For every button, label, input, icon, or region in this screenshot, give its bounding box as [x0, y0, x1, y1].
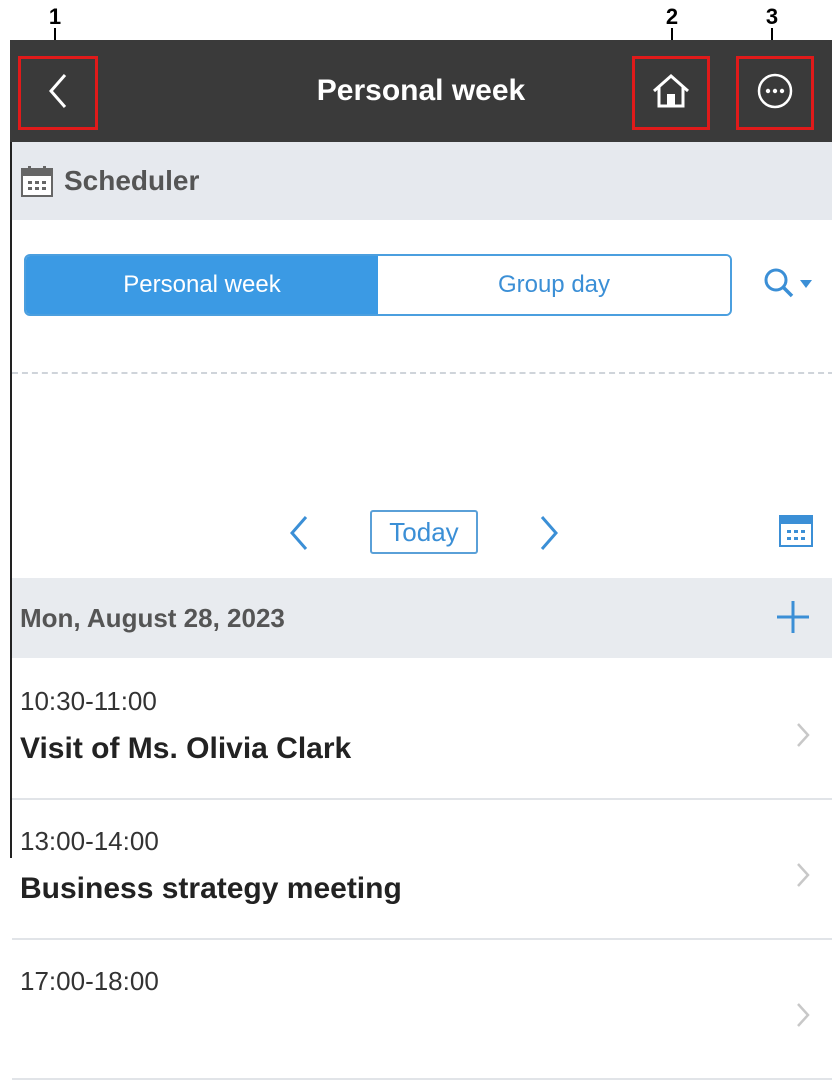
- chevron-right-icon: [796, 1002, 810, 1033]
- date-label: Mon, August 28, 2023: [20, 602, 285, 633]
- app-header: Scheduler: [12, 142, 832, 220]
- prev-icon: [288, 516, 310, 556]
- view-switcher: Personal week Group day: [24, 254, 732, 316]
- search-button[interactable]: [762, 260, 822, 310]
- event-row[interactable]: 13:00-14:00 Business strategy meeting: [12, 798, 832, 940]
- event-time: 10:30-11:00: [20, 686, 157, 716]
- divider: [12, 372, 832, 374]
- scheduler-content: Scheduler Personal week Group day Today: [10, 142, 832, 1080]
- tab-personal-week[interactable]: Personal week: [26, 256, 378, 314]
- chevron-right-icon: [796, 722, 810, 753]
- callout-number-2: 2: [665, 4, 679, 29]
- event-time: 17:00-18:00: [20, 966, 159, 996]
- callout-number-1: 1: [48, 4, 62, 29]
- next-week-button[interactable]: [538, 514, 560, 557]
- event-time: 13:00-14:00: [20, 826, 159, 856]
- home-button[interactable]: [632, 56, 710, 130]
- chevron-down-icon: [800, 276, 812, 294]
- callout-number-3: 3: [765, 4, 779, 29]
- calendar-icon: [20, 164, 54, 198]
- prev-week-button[interactable]: [288, 514, 310, 557]
- calendar-icon: [778, 515, 814, 552]
- back-chevron-icon: [47, 71, 69, 116]
- chevron-right-icon: [796, 862, 810, 893]
- home-icon: [651, 71, 691, 116]
- add-icon: [774, 601, 812, 640]
- more-options-icon: [756, 72, 794, 115]
- app-name: Scheduler: [64, 165, 200, 196]
- event-title: Business strategy meeting: [20, 872, 402, 905]
- calendar-picker-button[interactable]: [778, 512, 814, 553]
- add-event-button[interactable]: [774, 598, 812, 641]
- today-button[interactable]: Today: [370, 510, 478, 554]
- top-bar: Personal week: [10, 40, 832, 142]
- tab-group-day[interactable]: Group day: [378, 256, 730, 314]
- back-button[interactable]: [18, 56, 98, 130]
- more-options-button[interactable]: [736, 56, 814, 130]
- next-icon: [538, 516, 560, 556]
- search-icon: [762, 266, 796, 305]
- event-title: Visit of Ms. Olivia Clark: [20, 732, 352, 765]
- event-row[interactable]: 17:00-18:00: [12, 938, 832, 1080]
- event-row[interactable]: 10:30-11:00 Visit of Ms. Olivia Clark: [12, 658, 832, 800]
- date-header: Mon, August 28, 2023: [12, 578, 832, 658]
